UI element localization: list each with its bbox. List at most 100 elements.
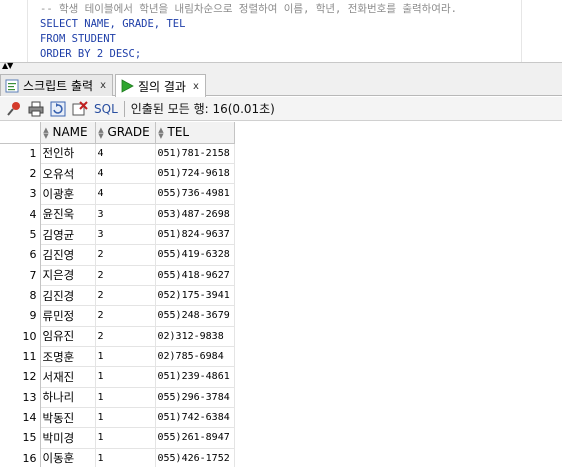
row-number: 14 — [0, 407, 41, 428]
cell-grade[interactable]: 4 — [95, 183, 156, 205]
cell-tel[interactable]: 02)785-6984 — [155, 346, 235, 368]
table-row[interactable]: 2 오유석 4 051)724-9618 — [0, 163, 235, 185]
cell-grade[interactable]: 1 — [95, 387, 156, 408]
cell-tel[interactable]: 051)724-9618 — [155, 163, 235, 185]
cell-name[interactable]: 윤진욱 — [40, 204, 96, 225]
table-row[interactable]: 10 임유진 2 02)312-9838 — [0, 326, 235, 347]
sort-icon: ▲ ▼ — [98, 125, 104, 140]
table-row[interactable]: 15 박미경 1 055)261-8947 — [0, 427, 235, 449]
table-row[interactable]: 12 서재진 1 051)239-4861 — [0, 366, 235, 388]
cell-name[interactable]: 박미경 — [40, 427, 96, 449]
cell-grade[interactable]: 2 — [95, 244, 156, 266]
cell-tel[interactable]: 055)426-1752 — [155, 448, 235, 467]
cell-tel[interactable]: 055)736-4981 — [155, 183, 235, 205]
sql-editor[interactable]: -- 학생 테이블에서 학년을 내림차순으로 정렬하여 이름, 학년, 전화번호… — [0, 0, 562, 62]
cell-name[interactable]: 하나리 — [40, 387, 96, 408]
cell-name[interactable]: 서재진 — [40, 366, 96, 388]
script-output-icon — [5, 79, 19, 93]
table-row[interactable]: 1 전인하 4 051)781-2158 — [0, 143, 235, 164]
result-grid[interactable]: ▲ ▼ NAME ▲ ▼ GRADE ▲ ▼ TEL 1 전인하 4 051)781-2158 2… — [0, 122, 562, 467]
table-row[interactable]: 6 김진영 2 055)419-6328 — [0, 244, 235, 266]
cell-name[interactable]: 오유석 — [40, 163, 96, 185]
toolbar-separator — [123, 100, 125, 117]
table-row[interactable]: 14 박동진 1 051)742-6384 — [0, 407, 235, 429]
table-row[interactable]: 8 김진경 2 052)175-3941 — [0, 285, 235, 307]
cell-name[interactable]: 김진영 — [40, 244, 96, 266]
column-header-label: GRADE — [107, 125, 150, 140]
cell-tel[interactable]: 055)296-3784 — [155, 387, 235, 408]
cell-grade[interactable]: 1 — [95, 407, 156, 429]
print-icon[interactable] — [28, 101, 44, 117]
row-number: 8 — [0, 285, 41, 306]
column-header-label: NAME — [52, 125, 88, 140]
table-row[interactable]: 16 이동훈 1 055)426-1752 — [0, 448, 235, 467]
pane-splitter[interactable]: ▲▼ — [0, 62, 562, 72]
cell-name[interactable]: 전인하 — [40, 143, 96, 164]
cell-name[interactable]: 김진경 — [40, 285, 96, 307]
cell-grade[interactable]: 1 — [95, 366, 156, 388]
column-header-name[interactable]: ▲ ▼ NAME — [40, 122, 96, 144]
cell-grade[interactable]: 1 — [95, 427, 156, 449]
tab-query-result-close-icon[interactable]: x — [193, 81, 199, 92]
tab-script-output[interactable]: 스크립트 출력 x — [0, 74, 113, 96]
cell-grade[interactable]: 2 — [95, 326, 156, 347]
cell-name[interactable]: 지은경 — [40, 265, 96, 286]
result-toolbar: SQL 인출된 모든 행: 16(0.01초) — [0, 97, 562, 121]
collapse-arrows-icon[interactable]: ▲▼ — [2, 62, 13, 70]
grid-header-row: ▲ ▼ NAME ▲ ▼ GRADE ▲ ▼ TEL — [0, 122, 235, 144]
tab-query-result-label: 질의 결과 — [138, 79, 186, 94]
cell-tel[interactable]: 051)781-2158 — [155, 143, 235, 164]
row-number: 16 — [0, 448, 41, 467]
column-header-grade[interactable]: ▲ ▼ GRADE — [95, 122, 156, 144]
cell-grade[interactable]: 1 — [95, 448, 156, 467]
cell-name[interactable]: 박동진 — [40, 407, 96, 429]
cell-name[interactable]: 이동훈 — [40, 448, 96, 467]
cell-grade[interactable]: 4 — [95, 143, 156, 164]
cell-grade[interactable]: 3 — [95, 224, 156, 246]
cell-tel[interactable]: 051)239-4861 — [155, 366, 235, 388]
table-row[interactable]: 3 이광훈 4 055)736-4981 — [0, 183, 235, 205]
tab-script-output-close-icon[interactable]: x — [100, 80, 106, 91]
table-row[interactable]: 9 류민정 2 055)248-3679 — [0, 305, 235, 327]
editor-gutter — [0, 0, 28, 62]
sql-link[interactable]: SQL — [94, 102, 118, 116]
sql-order-clause: 2 DESC; — [90, 48, 142, 60]
cell-tel[interactable]: 052)175-3941 — [155, 285, 235, 307]
cell-grade[interactable]: 2 — [95, 305, 156, 327]
cell-grade[interactable]: 4 — [95, 163, 156, 185]
clear-icon[interactable] — [72, 100, 88, 117]
sql-code[interactable]: -- 학생 테이블에서 학년을 내림차순으로 정렬하여 이름, 학년, 전화번호… — [40, 2, 457, 62]
cell-tel[interactable]: 053)487-2698 — [155, 204, 235, 225]
cell-tel[interactable]: 051)824-9637 — [155, 224, 235, 246]
row-number: 9 — [0, 305, 41, 327]
cell-name[interactable]: 김영균 — [40, 224, 96, 246]
cell-grade[interactable]: 1 — [95, 346, 156, 368]
pin-icon[interactable] — [6, 101, 22, 117]
cell-tel[interactable]: 055)261-8947 — [155, 427, 235, 449]
grid-corner[interactable] — [0, 122, 41, 144]
cell-name[interactable]: 조명훈 — [40, 346, 96, 368]
refresh-icon[interactable] — [50, 101, 66, 117]
table-row[interactable]: 5 김영균 3 051)824-9637 — [0, 224, 235, 246]
table-row[interactable]: 13 하나리 1 055)296-3784 — [0, 387, 235, 408]
table-row[interactable]: 7 지은경 2 055)418-9627 — [0, 265, 235, 286]
cell-name[interactable]: 임유진 — [40, 326, 96, 347]
cell-name[interactable]: 류민정 — [40, 305, 96, 327]
cell-tel[interactable]: 055)248-3679 — [155, 305, 235, 327]
row-number: 10 — [0, 326, 41, 347]
cell-tel[interactable]: 051)742-6384 — [155, 407, 235, 429]
cell-tel[interactable]: 055)418-9627 — [155, 265, 235, 286]
table-row[interactable]: 11 조명훈 1 02)785-6984 — [0, 346, 235, 368]
cell-grade[interactable]: 3 — [95, 204, 156, 225]
cell-tel[interactable]: 02)312-9838 — [155, 326, 235, 347]
column-header-tel[interactable]: ▲ ▼ TEL — [155, 122, 235, 144]
cell-name[interactable]: 이광훈 — [40, 183, 96, 205]
cell-grade[interactable]: 2 — [95, 265, 156, 286]
cell-grade[interactable]: 2 — [95, 285, 156, 307]
table-row[interactable]: 4 윤진욱 3 053)487-2698 — [0, 204, 235, 225]
sql-comment: -- 학생 테이블에서 학년을 내림차순으로 정렬하여 이름, 학년, 전화번호… — [40, 3, 457, 15]
tab-query-result[interactable]: 질의 결과 x — [115, 74, 206, 97]
sql-from-keyword: FROM — [40, 33, 66, 45]
cell-tel[interactable]: 055)419-6328 — [155, 244, 235, 266]
fetch-status: 인출된 모든 행: 16(0.01초) — [130, 102, 275, 116]
